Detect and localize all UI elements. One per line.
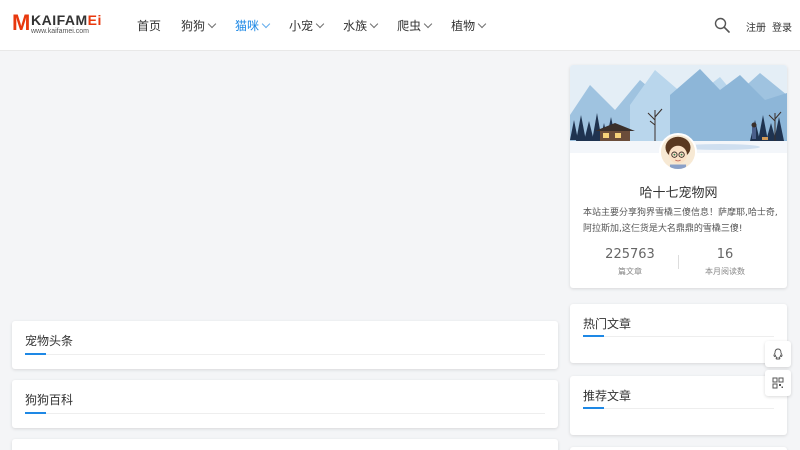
- register-link[interactable]: 注册: [746, 19, 766, 34]
- profile-stats: 225763 篇文章 16 本月阅读数: [570, 247, 787, 283]
- profile-name: 哈十七宠物网: [639, 186, 718, 201]
- stat-articles-label: 篇文章: [618, 267, 642, 276]
- hot-articles-title: 热门文章: [583, 317, 632, 331]
- chevron-down-icon: [423, 19, 433, 28]
- title-accent-line: [583, 407, 604, 409]
- divider: [46, 413, 545, 414]
- logo-url: www.kaifamei.com: [31, 28, 89, 35]
- section-pet-headlines: 宠物头条: [12, 321, 558, 369]
- profile-description: 本站主要分享狗界雪橇三傻信息！萨摩耶,哈士奇,阿拉斯加,这仨货是大名鼎鼎的雪橇三…: [583, 208, 778, 234]
- logo-word: KAIFAMEi: [31, 12, 102, 28]
- nav-item-reptiles[interactable]: 爬虫: [397, 17, 433, 34]
- stat-reads: 16 本月阅读数: [671, 247, 779, 277]
- section-title: 狗狗百科: [25, 393, 74, 407]
- search-icon[interactable]: [714, 17, 730, 33]
- auth-links: 注册 登录: [746, 19, 792, 34]
- qq-contact-button[interactable]: [765, 341, 791, 367]
- hot-articles-card: 热门文章: [570, 304, 787, 363]
- chevron-down-icon: [207, 19, 217, 28]
- section-title: 宠物头条: [25, 334, 74, 348]
- nav-item-cats[interactable]: 猫咪: [235, 17, 271, 34]
- chevron-down-icon: [261, 19, 271, 28]
- stat-reads-count: 16: [716, 247, 734, 262]
- logo-letter: M: [12, 10, 31, 35]
- qrcode-icon: [772, 377, 784, 389]
- main-nav: 首页 狗狗 猫咪 小宠 水族 爬虫 植物: [137, 0, 505, 51]
- qq-icon: [773, 348, 783, 360]
- stat-articles-count: 225763: [605, 247, 655, 262]
- nav-item-small-pets[interactable]: 小宠: [289, 17, 325, 34]
- divider: [46, 354, 545, 355]
- chevron-down-icon: [477, 19, 487, 28]
- qrcode-button[interactable]: [765, 370, 791, 396]
- nav-item-aquatic[interactable]: 水族: [343, 17, 379, 34]
- title-accent-line: [25, 353, 46, 355]
- recommended-articles-card: 推荐文章: [570, 376, 787, 435]
- chevron-down-icon: [315, 19, 325, 28]
- title-accent-line: [25, 412, 46, 414]
- section-dog-encyclopedia: 狗狗百科: [12, 380, 558, 428]
- avatar[interactable]: [659, 133, 697, 171]
- title-accent-line: [583, 335, 604, 337]
- section-next: [12, 439, 558, 450]
- stat-reads-label: 本月阅读数: [705, 267, 745, 276]
- divider: [604, 336, 774, 337]
- login-link[interactable]: 登录: [772, 19, 792, 34]
- nav-item-dogs[interactable]: 狗狗: [181, 17, 217, 34]
- nav-item-plants[interactable]: 植物: [451, 17, 487, 34]
- site-logo[interactable]: M KAIFAMEi www.kaifamei.com: [12, 10, 107, 40]
- site-header: M KAIFAMEi www.kaifamei.com 首页 狗狗 猫咪 小宠 …: [0, 0, 800, 51]
- stat-articles: 225763 篇文章: [576, 247, 684, 277]
- chevron-down-icon: [369, 19, 379, 28]
- divider: [604, 408, 774, 409]
- nav-item-home[interactable]: 首页: [137, 17, 161, 34]
- recommended-articles-title: 推荐文章: [583, 389, 632, 403]
- profile-card: 哈十七宠物网 本站主要分享狗界雪橇三傻信息！萨摩耶,哈士奇,阿拉斯加,这仨货是大…: [570, 65, 787, 288]
